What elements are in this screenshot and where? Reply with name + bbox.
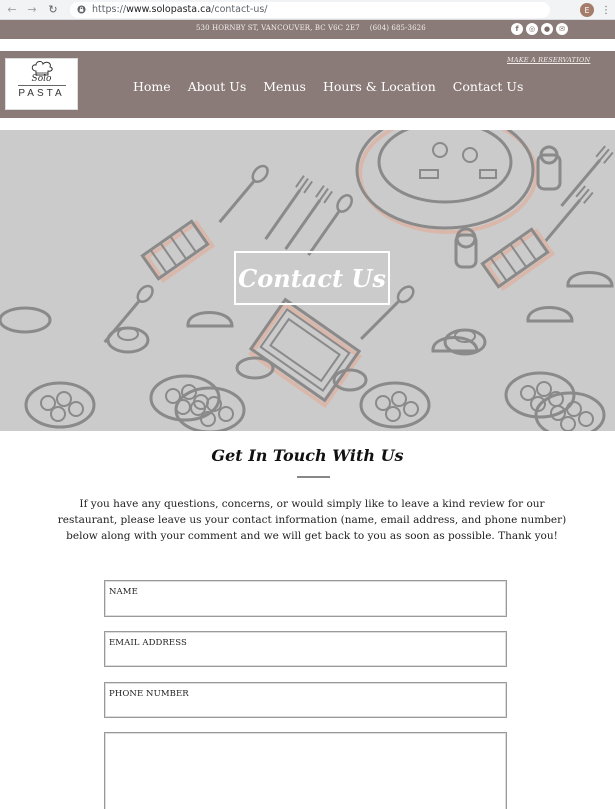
- address-bar[interactable]: https://www.solopasta.ca/contact-us/: [70, 1, 550, 18]
- name-field[interactable]: NAME: [104, 580, 507, 617]
- phone-text[interactable]: (604) 685-3626: [370, 24, 426, 32]
- main-nav: Home About Us Menus Hours & Location Con…: [133, 79, 540, 94]
- phone-field[interactable]: PHONE NUMBER: [104, 682, 507, 718]
- profile-avatar[interactable]: E: [580, 3, 594, 17]
- url-path: /contact-us/: [211, 4, 268, 15]
- hero-banner: Contact Us: [0, 130, 615, 431]
- address-text: 530 HORNBY ST, VANCOUVER, BC V6C 2E7: [196, 24, 360, 32]
- logo-divider: [17, 85, 66, 86]
- section-heading: Get In Touch With Us: [211, 446, 404, 465]
- site-logo[interactable]: Solo PASTA: [5, 58, 78, 110]
- phone-field-label: PHONE NUMBER: [109, 689, 189, 699]
- spacer: [0, 118, 615, 130]
- email-field[interactable]: EMAIL ADDRESS: [104, 631, 507, 667]
- comment-field[interactable]: [104, 732, 507, 809]
- instagram-icon[interactable]: ◎: [526, 23, 538, 35]
- vertical-dots-icon[interactable]: ⋮: [601, 3, 611, 17]
- contact-info: 530 HORNBY ST, VANCOUVER, BC V6C 2E7 (604…: [196, 24, 426, 32]
- heading-divider: [297, 476, 330, 478]
- arrow-right-icon[interactable]: →: [25, 3, 39, 17]
- url-host: www.solopasta.ca: [126, 4, 212, 15]
- nav-contact-us[interactable]: Contact Us: [453, 79, 524, 94]
- nav-home[interactable]: Home: [133, 79, 171, 94]
- name-field-label: NAME: [109, 587, 138, 597]
- reload-icon[interactable]: ↻: [46, 3, 60, 17]
- foursquare-icon[interactable]: ●: [541, 23, 553, 35]
- arrow-left-icon[interactable]: ←: [5, 3, 19, 17]
- logo-script-text: Solo: [31, 74, 52, 84]
- hero-title: Contact Us: [238, 263, 386, 293]
- logo-wordmark: PASTA: [18, 88, 65, 99]
- lock-icon: [76, 5, 86, 15]
- url-prefix: https://: [92, 4, 127, 15]
- make-reservation-link[interactable]: MAKE A RESERVATION: [507, 56, 590, 64]
- email-icon[interactable]: ✉: [556, 23, 568, 35]
- site-header: MAKE A RESERVATION Solo PASTA Home About…: [0, 51, 615, 118]
- email-field-label: EMAIL ADDRESS: [109, 638, 187, 648]
- intro-paragraph: If you have any questions, concerns, or …: [57, 498, 567, 542]
- spacer: [0, 39, 615, 51]
- facebook-icon[interactable]: f: [511, 23, 523, 35]
- nav-hours-location[interactable]: Hours & Location: [323, 79, 436, 94]
- social-links: f ◎ ● ✉: [511, 23, 568, 35]
- hero-title-frame: Contact Us: [234, 251, 390, 305]
- nav-about-us[interactable]: About Us: [188, 79, 247, 94]
- nav-menus[interactable]: Menus: [263, 79, 306, 94]
- browser-toolbar: ← → ↻ https://www.solopasta.ca/contact-u…: [0, 0, 615, 20]
